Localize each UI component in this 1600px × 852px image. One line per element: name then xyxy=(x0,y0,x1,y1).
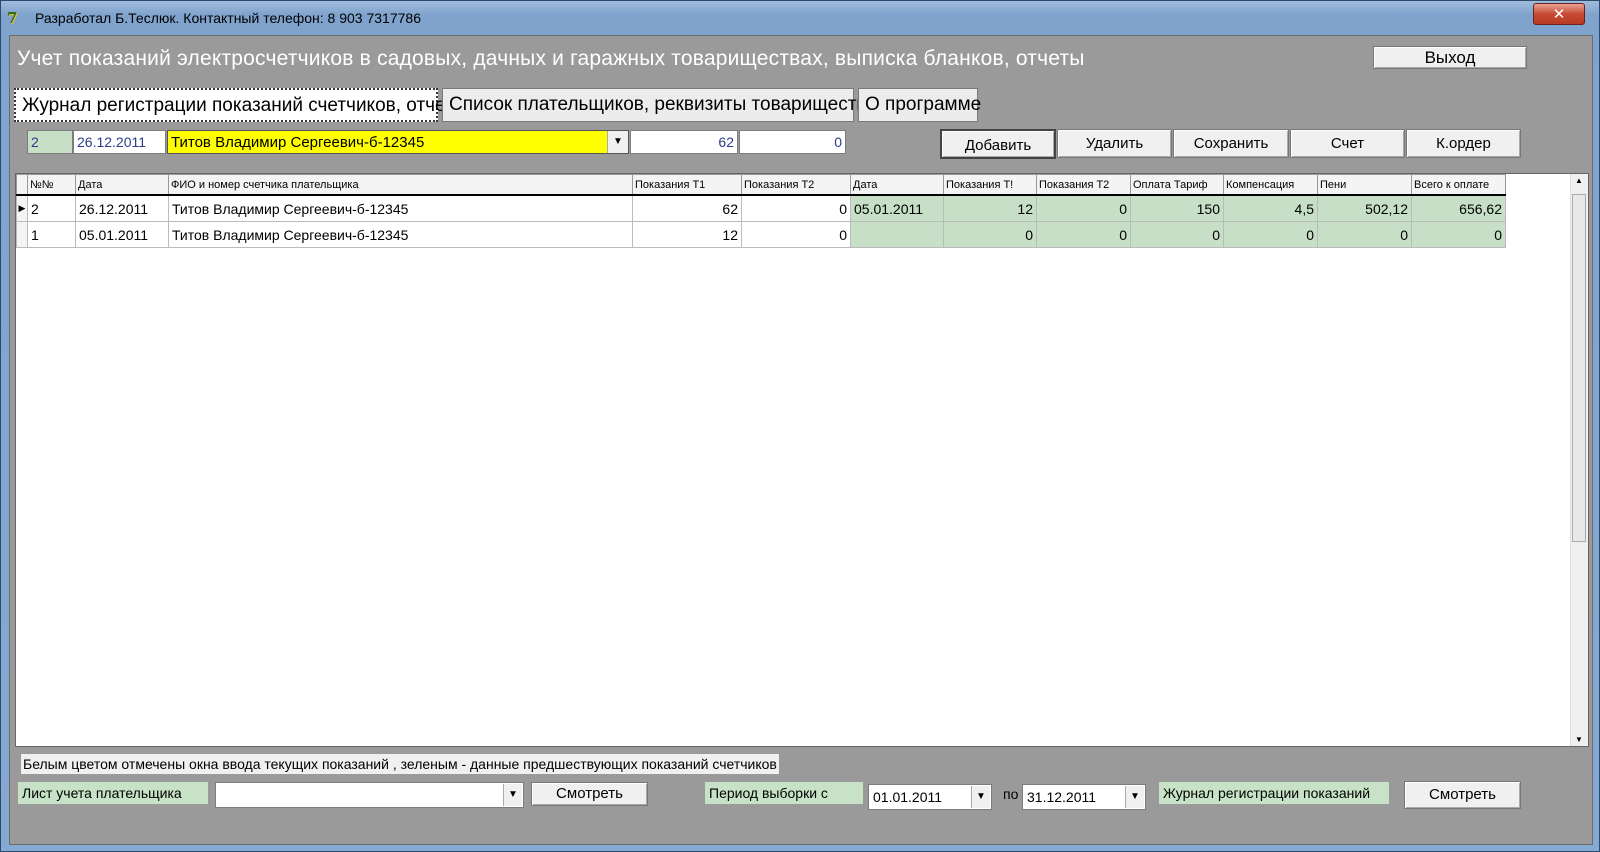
table-cell[interactable]: 0 xyxy=(1130,221,1224,248)
chevron-down-icon[interactable]: ▼ xyxy=(607,131,628,153)
table-cell[interactable]: 62 xyxy=(632,194,742,222)
period-from-value: 01.01.2011 xyxy=(873,789,943,805)
legend-note: Белым цветом отмечены окна ввода текущих… xyxy=(21,754,779,774)
tab-about[interactable]: О программе xyxy=(858,88,981,122)
table-cell[interactable]: 12 xyxy=(632,221,742,248)
table-cell[interactable]: 502,12 xyxy=(1317,194,1412,222)
table-cell[interactable]: 656,62 xyxy=(1411,194,1506,222)
table-cell[interactable]: 0 xyxy=(1036,221,1131,248)
table-cell[interactable]: 26.12.2011 xyxy=(75,194,169,222)
table-cell[interactable]: 0 xyxy=(1036,194,1131,222)
t2-input[interactable]: 0 xyxy=(739,130,846,154)
row-pointer-icon: ▶ xyxy=(16,194,28,222)
table-cell[interactable]: 0 xyxy=(741,194,851,222)
table-cell[interactable]: Титов Владимир Сергеевич-б-12345 xyxy=(168,194,633,222)
table-cell[interactable]: 0 xyxy=(1411,221,1506,248)
column-header[interactable]: ФИО и номер счетчика плательщика xyxy=(168,174,633,196)
table-cell[interactable]: 150 xyxy=(1130,194,1224,222)
payer-sheet-combo[interactable]: ▼ xyxy=(215,782,524,808)
payer-combo[interactable]: Титов Владимир Сергеевич-б-12345 ▼ xyxy=(167,130,629,154)
window-title: Разработал Б.Теслюк. Контактный телефон:… xyxy=(35,10,421,26)
table-cell[interactable]: 0 xyxy=(741,221,851,248)
table-cell[interactable]: 05.01.2011 xyxy=(850,194,944,222)
period-from-picker[interactable]: 01.01.2011 ▼ xyxy=(868,784,992,810)
scroll-up-icon[interactable]: ▲ xyxy=(1575,176,1583,185)
row-indicator-header xyxy=(16,174,28,196)
chevron-down-icon[interactable]: ▼ xyxy=(503,784,522,806)
tab-journal[interactable]: Журнал регистрации показаний счетчиков, … xyxy=(14,88,467,122)
table-cell[interactable]: 05.01.2011 xyxy=(75,221,169,248)
table-cell[interactable]: 12 xyxy=(943,194,1037,222)
main-window: 7 Разработал Б.Теслюк. Контактный телефо… xyxy=(0,0,1600,852)
tab-payers[interactable]: Список плательщиков, реквизиты товарищес… xyxy=(442,88,877,122)
payer-combo-value: Титов Владимир Сергеевич-б-12345 xyxy=(171,134,425,151)
table-cell[interactable]: Титов Владимир Сергеевич-б-12345 xyxy=(168,221,633,248)
exit-button[interactable]: Выход xyxy=(1373,46,1527,69)
save-button[interactable]: Сохранить xyxy=(1173,129,1289,158)
table-cell[interactable]: 0 xyxy=(1317,221,1412,248)
entry-id-field[interactable]: 2 xyxy=(27,130,73,154)
records-table: №№ Дата ФИО и номер счетчика плательщика… xyxy=(16,174,1506,248)
table-row[interactable]: 1 05.01.2011 Титов Владимир Сергеевич-б-… xyxy=(16,221,1506,248)
period-to-value: 31.12.2011 xyxy=(1027,789,1097,805)
column-header[interactable]: Дата xyxy=(75,174,169,196)
column-header[interactable]: Показания Т! xyxy=(943,174,1037,196)
table-cell[interactable]: 0 xyxy=(943,221,1037,248)
column-header[interactable]: Показания Т2 xyxy=(741,174,851,196)
payer-sheet-label: Лист учета плательщика xyxy=(18,782,208,804)
column-header[interactable]: №№ xyxy=(27,174,76,196)
table-cell[interactable]: 4,5 xyxy=(1223,194,1318,222)
scroll-down-icon[interactable]: ▼ xyxy=(1575,735,1583,744)
invoice-button[interactable]: Счет xyxy=(1290,129,1405,158)
view-journal-button[interactable]: Смотреть xyxy=(1404,781,1521,809)
delete-button[interactable]: Удалить xyxy=(1057,129,1172,158)
chevron-down-icon[interactable]: ▼ xyxy=(1125,786,1144,808)
column-header[interactable]: Показания Т2 xyxy=(1036,174,1131,196)
vertical-scrollbar[interactable]: ▲ ▼ xyxy=(1570,174,1588,746)
period-label: Период выборки с xyxy=(705,782,863,804)
table-cell[interactable]: 0 xyxy=(1223,221,1318,248)
table-cell[interactable]: 2 xyxy=(27,194,76,222)
order-button[interactable]: К.ордер xyxy=(1406,129,1521,158)
table-header-row: №№ Дата ФИО и номер счетчика плательщика… xyxy=(16,174,1506,196)
table-cell[interactable]: 1 xyxy=(27,221,76,248)
period-to-label: по xyxy=(1003,786,1019,802)
row-indicator xyxy=(16,221,28,248)
table-cell[interactable] xyxy=(850,221,944,248)
scrollbar-thumb[interactable] xyxy=(1572,194,1586,542)
period-to-picker[interactable]: 31.12.2011 ▼ xyxy=(1022,784,1146,810)
entry-date-field[interactable]: 26.12.2011 xyxy=(73,130,166,154)
title-bar[interactable]: 7 Разработал Б.Теслюк. Контактный телефо… xyxy=(1,1,1599,35)
column-header[interactable]: Показания Т1 xyxy=(632,174,742,196)
chevron-down-icon[interactable]: ▼ xyxy=(971,786,990,808)
add-button[interactable]: Добавить xyxy=(940,129,1056,159)
column-header[interactable]: Пени xyxy=(1317,174,1412,196)
column-header[interactable]: Компенсация xyxy=(1223,174,1318,196)
page-title: Учет показаний электросчетчиков в садовы… xyxy=(17,47,1085,70)
records-grid[interactable]: №№ Дата ФИО и номер счетчика плательщика… xyxy=(15,173,1589,747)
close-button[interactable]: ✕ xyxy=(1533,3,1585,25)
column-header[interactable]: Оплата Тариф xyxy=(1130,174,1224,196)
t1-input[interactable]: 62 xyxy=(630,130,738,154)
view-payer-sheet-button[interactable]: Смотреть xyxy=(531,782,648,806)
app-icon: 7 xyxy=(7,9,18,27)
client-area: Учет показаний электросчетчиков в садовы… xyxy=(9,35,1593,845)
column-header[interactable]: Дата xyxy=(850,174,944,196)
table-row[interactable]: ▶ 2 26.12.2011 Титов Владимир Сергеевич-… xyxy=(16,194,1506,222)
journal-label: Журнал регистрации показаний xyxy=(1159,782,1389,804)
column-header[interactable]: Всего к оплате xyxy=(1411,174,1506,196)
